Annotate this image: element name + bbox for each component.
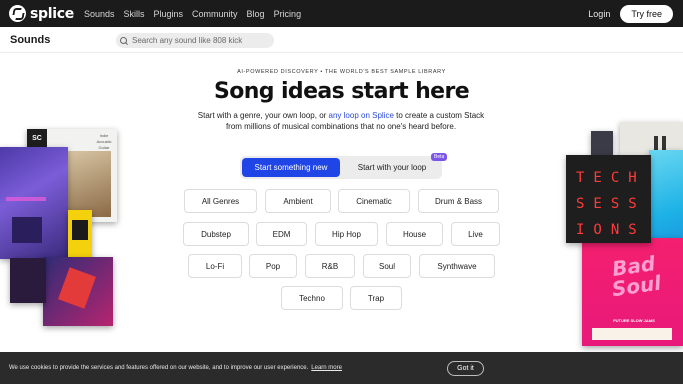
genre-chip-pop[interactable]: Pop [249,254,297,278]
tech-line-2: SESS [576,196,646,212]
genre-chip-dubstep[interactable]: Dubstep [183,222,249,246]
splice-logo-icon [9,5,26,22]
search-icon [120,36,128,45]
cookie-learn-more-link[interactable]: Learn more [311,365,342,371]
genre-chip-all-genres[interactable]: All Genres [184,189,257,213]
pack-cover-small[interactable] [591,131,613,155]
subtext-before: Start with a genre, your own loop, or [197,111,329,120]
pack-cover-yellow[interactable] [68,210,92,263]
search-input[interactable] [132,36,272,45]
start-with-your-loop-tab[interactable]: Start with your loop [344,158,440,177]
hero-headline: Song ideas start here [213,79,470,104]
genre-chip-synthwave[interactable]: Synthwave [419,254,495,278]
cookie-text: We use cookies to provide the services a… [9,365,309,371]
nav-right: Login Try free [588,0,673,27]
nav-link-community[interactable]: Community [192,9,238,19]
studio-light [6,197,46,201]
search-bar[interactable] [116,33,274,48]
cookie-banner: We use cookies to provide the services a… [0,352,683,384]
nav-link-blog[interactable]: Blog [247,9,265,19]
genre-chip-rnb[interactable]: R&B [305,254,355,278]
try-free-button[interactable]: Try free [620,4,673,23]
nav-link-plugins[interactable]: Plugins [154,9,184,19]
indie-guitar-label: Indie Acoustic Guitar [96,133,112,150]
nav-link-sounds[interactable]: Sounds [84,9,115,19]
genre-chip-soul[interactable]: Soul [363,254,411,278]
tech-line-3: IONS [576,222,646,238]
guitar-photo [61,151,111,217]
sc-label: SC [27,129,47,147]
tech-line-1: TECH [576,170,646,186]
genre-chip-lo-fi[interactable]: Lo-Fi [188,254,242,278]
pack-cover-red[interactable] [43,257,113,326]
hero-eyebrow: AI-POWERED DISCOVERY • THE WORLD'S BEST … [237,69,446,75]
top-nav: splice Sounds Skills Plugins Community B… [0,0,683,27]
bad-soul-title: Bad Soul [610,251,663,302]
genre-chip-house[interactable]: House [386,222,443,246]
pack-cover-bad-soul[interactable]: Bad Soul FUTURE SLOW JAMS [582,238,683,346]
genre-chip-drum-and-bass[interactable]: Drum & Bass [418,189,499,213]
logo-text: splice [30,5,74,22]
pack-cover-dark[interactable] [10,258,46,303]
soul-caption: FUTURE SLOW JAMS [613,318,655,323]
studio-chair [12,217,42,243]
login-link[interactable]: Login [588,9,610,19]
tech-sessions-text: TECH SESS IONS [576,165,646,243]
any-loop-link[interactable]: any loop on Splice [329,111,394,120]
genre-chip-techno[interactable]: Techno [281,286,343,310]
yellow-cover-shape [72,220,88,240]
beta-badge: Beta [431,153,448,161]
genre-chip-hip-hop[interactable]: Hip Hop [315,222,378,246]
pack-cover-tech-sessions[interactable]: TECH SESS IONS [566,155,651,243]
sounds-subheader: Sounds [0,27,683,53]
genre-chip-live[interactable]: Live [451,222,500,246]
soul-strip [592,328,672,340]
nav-link-pricing[interactable]: Pricing [274,9,302,19]
section-title[interactable]: Sounds [10,34,50,46]
genre-chip-ambient[interactable]: Ambient [265,189,331,213]
nav-link-skills[interactable]: Skills [123,9,144,19]
genre-chip-trap[interactable]: Trap [350,286,402,310]
nav-links: Sounds Skills Plugins Community Blog Pri… [84,9,310,19]
start-something-new-tab[interactable]: Start something new [242,158,340,177]
cookie-got-it-button[interactable]: Got it [447,361,484,376]
splice-logo[interactable]: splice [9,5,74,22]
red-cover-shape [58,267,96,309]
mode-toggle: Start something new Start with your loop [240,156,442,179]
genre-chip-edm[interactable]: EDM [256,222,307,246]
genre-chip-cinematic[interactable]: Cinematic [338,189,410,213]
hero-subtext: Start with a genre, your own loop, or an… [191,110,491,132]
pack-cover-studio[interactable] [0,147,68,259]
